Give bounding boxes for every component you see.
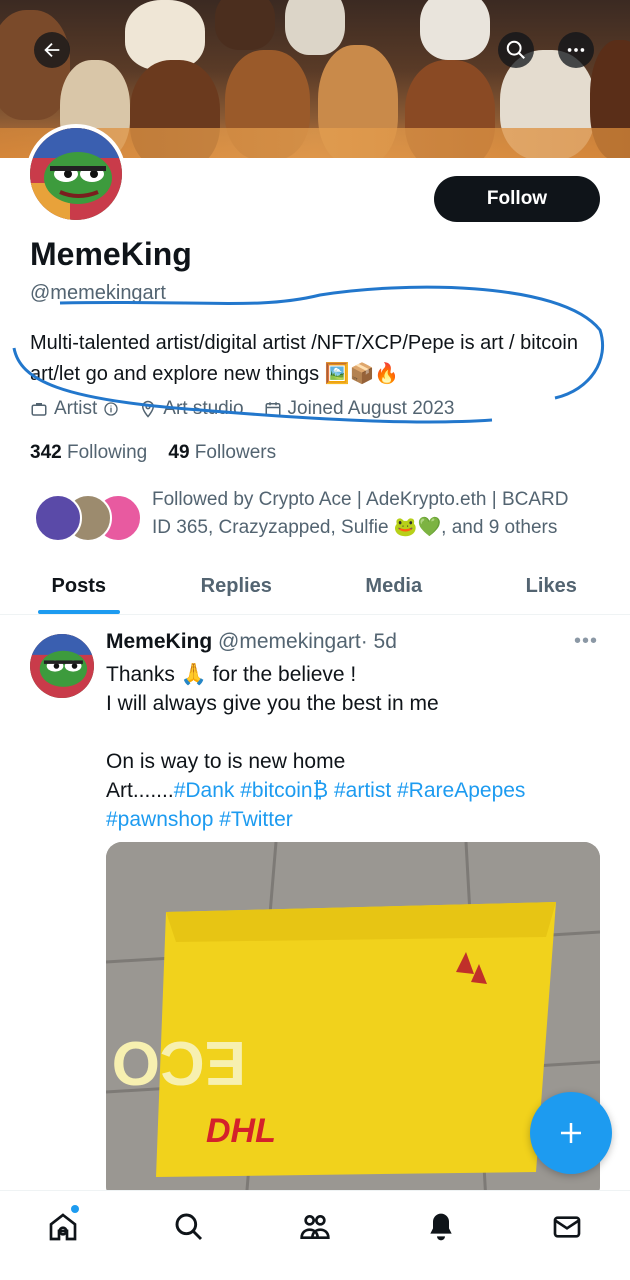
communities-icon: [300, 1215, 330, 1239]
back-button[interactable]: [34, 32, 70, 68]
followed-by[interactable]: Followed by Crypto Ace | AdeKrypto.eth |…: [30, 486, 610, 546]
joined-item: Joined August 2023: [264, 398, 455, 420]
notification-dot: [71, 1205, 79, 1213]
compose-button[interactable]: [530, 1092, 612, 1174]
bell-icon: [430, 1213, 452, 1241]
profile-avatar[interactable]: [26, 124, 126, 224]
post-text: Thanks 🙏 for the believe ! I will always…: [106, 660, 606, 834]
followed-by-text: Followed by Crypto Ace | AdeKrypto.eth |…: [152, 489, 569, 538]
post-avatar[interactable]: [30, 634, 94, 698]
avatar: [34, 494, 82, 542]
tab-likes[interactable]: Likes: [473, 558, 630, 614]
tab-replies[interactable]: Replies: [158, 558, 316, 614]
following-label: Following: [66, 442, 148, 463]
profile-name: MemeKing: [30, 236, 192, 272]
follow-button[interactable]: Follow: [434, 176, 600, 222]
home-icon: [49, 1213, 77, 1241]
nav-home[interactable]: [47, 1205, 79, 1243]
search-icon: [175, 1213, 203, 1241]
arrow-left-icon: [44, 42, 60, 58]
calendar-icon: [265, 402, 281, 417]
location-pin-icon: [142, 400, 155, 418]
location-label: Art studio: [163, 398, 244, 419]
joined-label: Joined August 2023: [287, 398, 455, 419]
post-author[interactable]: MemeKing: [106, 630, 212, 653]
svg-text:ECO FLYER: ECO FLYER: [106, 1028, 246, 1097]
briefcase-icon: [31, 403, 47, 416]
follow-counts: 342 Following 49 Followers: [30, 442, 276, 464]
followers-link[interactable]: 49 Followers: [168, 442, 276, 463]
profile-tabs: Posts Replies Media Likes: [0, 558, 630, 615]
following-link[interactable]: 342 Following: [30, 442, 147, 463]
mail-icon: [553, 1216, 581, 1238]
post-time: · 5d: [360, 630, 397, 653]
plus-icon: [561, 1123, 581, 1143]
pepe-avatar-image: [30, 128, 122, 220]
post-more-button[interactable]: •••: [574, 630, 598, 653]
svg-text:DHL: DHL: [206, 1112, 276, 1150]
more-icon: [567, 48, 585, 52]
profile-bio: Multi-talented artist/digital artist /NF…: [30, 332, 578, 385]
nav-communities[interactable]: [299, 1211, 331, 1243]
info-icon: [104, 402, 118, 416]
tab-posts[interactable]: Posts: [0, 558, 158, 614]
search-button[interactable]: [498, 32, 534, 68]
search-icon: [506, 40, 525, 59]
category-label: Artist: [54, 398, 98, 419]
post-handle[interactable]: @memekingart: [218, 630, 361, 653]
nav-notifications[interactable]: [425, 1211, 457, 1243]
nav-search[interactable]: [173, 1211, 205, 1243]
bottom-navigation: [0, 1190, 630, 1280]
tab-media[interactable]: Media: [315, 558, 473, 614]
post-image[interactable]: ECO FLYER DHL: [106, 842, 600, 1202]
profile-meta: Artist Art studio Joined August 2023: [30, 398, 454, 420]
location-item: Art studio: [139, 398, 244, 420]
profile-handle: @memekingart: [30, 282, 166, 304]
nav-messages[interactable]: [551, 1211, 583, 1243]
followers-count: 49: [168, 442, 190, 463]
category-item[interactable]: Artist: [30, 398, 119, 420]
package-photo: ECO FLYER DHL: [106, 842, 600, 1202]
post-header: MemeKing @memekingart· 5d: [106, 630, 397, 654]
pepe-avatar-image: [30, 634, 94, 698]
more-button[interactable]: [558, 32, 594, 68]
following-count: 342: [30, 442, 62, 463]
followers-label: Followers: [194, 442, 277, 463]
